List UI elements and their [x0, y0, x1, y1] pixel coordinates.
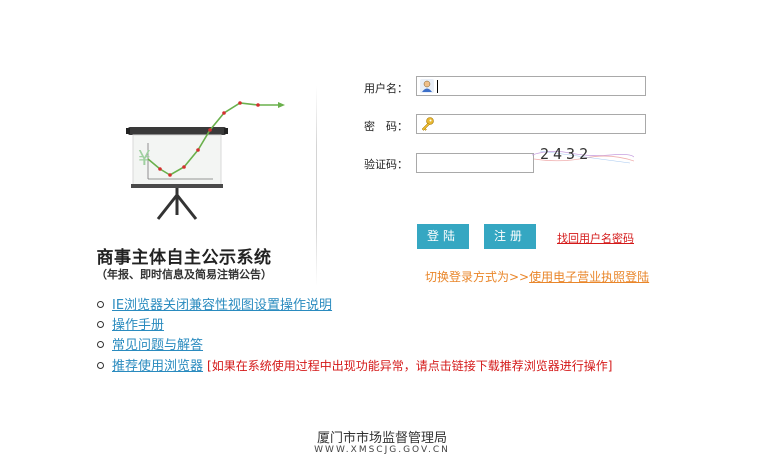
svg-text:¥: ¥ — [138, 146, 151, 170]
captcha-label: 验证码： — [364, 158, 408, 171]
footer-url: WWW.XMSCJG.GOV.CN — [314, 445, 450, 455]
system-title: 商事主体自主公示系统 — [96, 248, 272, 268]
captcha-input[interactable] — [416, 153, 534, 173]
faq-link[interactable]: 常见问题与解答 — [112, 338, 203, 353]
login-button[interactable]: 登陆 — [417, 224, 469, 249]
username-field[interactable] — [416, 76, 646, 96]
chart-board-illustration: ¥ — [126, 101, 285, 220]
browser-warning-note: [如果在系统使用过程中出现功能异常，请点击链接下载推荐浏览器进行操作] — [207, 359, 613, 373]
business-license-login-link[interactable]: 使用电子营业执照登陆 — [529, 270, 649, 284]
bullet-icon — [97, 362, 104, 369]
list-item: 操作手册 — [97, 316, 612, 336]
list-item: IE浏览器关闭兼容性视图设置操作说明 — [97, 296, 612, 316]
manual-link[interactable]: 操作手册 — [112, 318, 164, 333]
register-button[interactable]: 注册 — [484, 224, 536, 249]
captcha-image[interactable]: 2432 — [530, 143, 634, 167]
footer-org: 厦门市市场监督管理局 — [316, 431, 447, 446]
key-icon — [421, 117, 434, 131]
list-item: 推荐使用浏览器 [如果在系统使用过程中出现功能异常，请点击链接下载推荐浏览器进行操… — [97, 356, 612, 376]
text-cursor — [437, 80, 438, 93]
bullet-icon — [97, 301, 104, 308]
list-item: 常见问题与解答 — [97, 336, 612, 356]
ie-compat-guide-link[interactable]: IE浏览器关闭兼容性视图设置操作说明 — [112, 298, 332, 313]
help-links: IE浏览器关闭兼容性视图设置操作说明 操作手册 常见问题与解答 推荐使用浏览器 [… — [97, 296, 612, 376]
system-subtitle: （年报、即时信息及简易注销公告） — [96, 268, 272, 281]
switch-prefix: 切换登录方式为>> — [425, 270, 530, 284]
vertical-divider — [316, 86, 317, 286]
switch-login-method: 切换登录方式为>>使用电子营业执照登陆 — [425, 268, 649, 285]
user-icon — [420, 79, 434, 93]
recommended-browser-link[interactable]: 推荐使用浏览器 — [112, 359, 203, 374]
password-label: 密 码： — [364, 120, 408, 133]
username-label: 用户名： — [364, 82, 408, 95]
find-account-link[interactable]: 找回用户名密码 — [557, 230, 634, 246]
password-field[interactable] — [416, 114, 646, 134]
bullet-icon — [97, 321, 104, 328]
bullet-icon — [97, 341, 104, 348]
captcha-text: 2432 — [540, 145, 592, 163]
